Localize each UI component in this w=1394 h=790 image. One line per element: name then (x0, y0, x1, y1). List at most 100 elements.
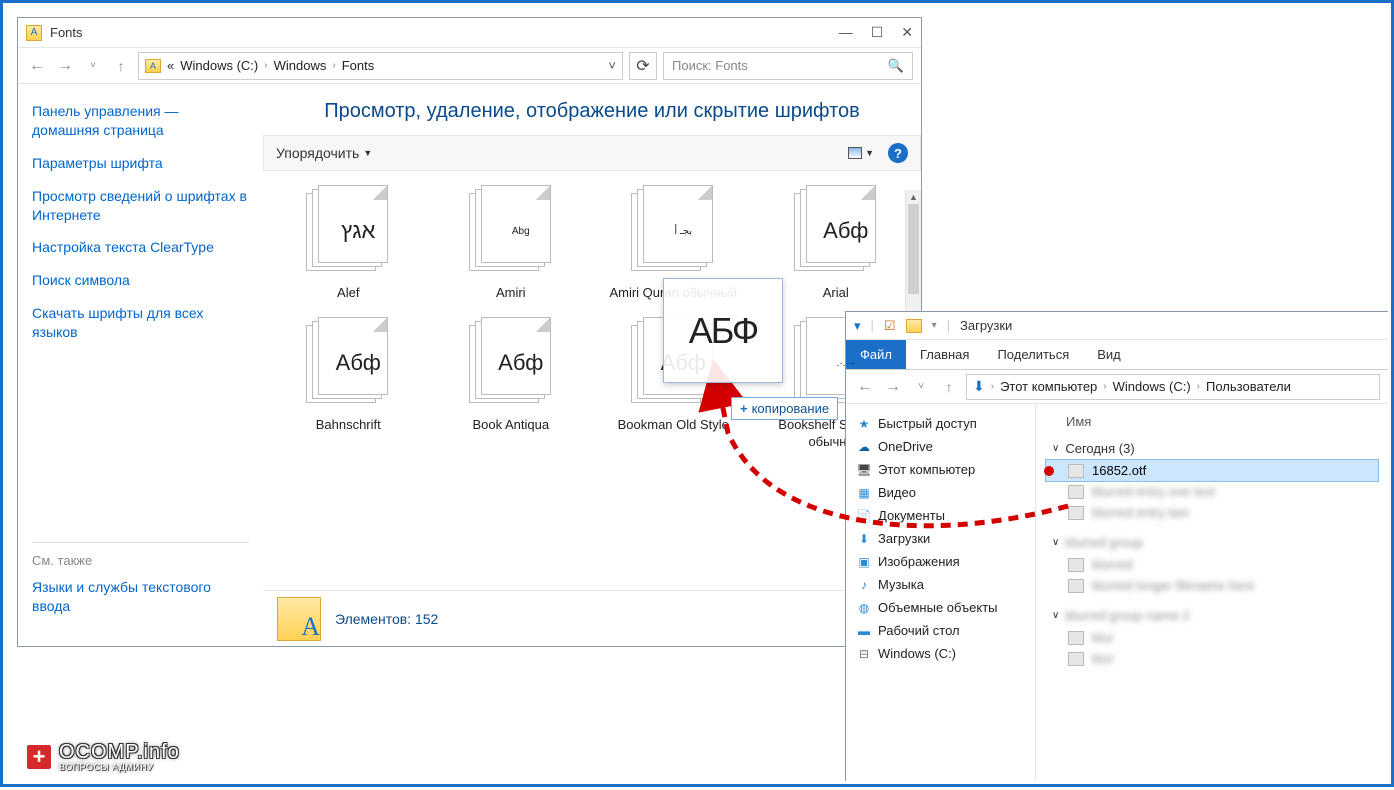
file-row[interactable]: blur (1046, 627, 1378, 648)
logo-plus-icon: + (25, 743, 53, 771)
address-bar-2: ← → ˅ ↑ ⬇ › Этот компьютер› Windows (C:)… (846, 370, 1388, 404)
view-mode-button[interactable]: ▼ (848, 147, 874, 159)
breadcrumb-dropdown-icon[interactable]: ˅ (608, 58, 616, 73)
window-controls: — ☐ ✕ (839, 24, 913, 41)
crumb-fonts[interactable]: Fonts (342, 58, 375, 73)
tree-label: Объемные объекты (878, 600, 998, 615)
breadcrumb-bar-2[interactable]: ⬇ › Этот компьютер› Windows (C:)› Пользо… (966, 374, 1380, 400)
cp-home-link[interactable]: Панель управления — домашняя страница (32, 102, 249, 140)
file-row-selected[interactable]: 16852.otf (1046, 460, 1378, 481)
scroll-up-icon[interactable]: ▲ (906, 190, 921, 204)
folder-icon (906, 319, 922, 333)
file-row[interactable]: blurred longer filename here (1046, 575, 1378, 596)
drag-ghost: АБФ (663, 278, 783, 383)
crumb-c2[interactable]: Windows (C:) (1113, 379, 1191, 394)
font-grid: אגץ Alef Abg Amiri بجـ أ Amiri Quran обы… (263, 171, 921, 590)
copy-tooltip: + копирование (731, 397, 838, 420)
column-header-name[interactable]: Имя (1046, 410, 1378, 437)
checkbox-icon[interactable]: ☑ (884, 318, 896, 334)
folder-icon: A (145, 59, 161, 73)
address-bar: ← → ˅ ↑ A « Windows (C:)› Windows› Fonts… (18, 48, 921, 84)
tree-item[interactable]: ⬇Загрузки (852, 527, 1029, 550)
tree-item[interactable]: ★Быстрый доступ (852, 412, 1029, 435)
back-button[interactable]: ← (854, 376, 876, 398)
font-item[interactable]: Abg Amiri (432, 179, 591, 307)
help-button[interactable]: ? (888, 143, 908, 163)
tab-view[interactable]: Вид (1083, 340, 1135, 369)
breadcrumb-bar[interactable]: A « Windows (C:)› Windows› Fonts ˅ (138, 52, 623, 80)
tree-item[interactable]: ▬Рабочий стол (852, 619, 1029, 642)
forward-button[interactable]: → (882, 376, 904, 398)
divider: | (871, 318, 874, 333)
recent-dropdown[interactable]: ˅ (910, 376, 932, 398)
tree-label: Загрузки (878, 531, 930, 546)
font-item[interactable]: אגץ Alef (269, 179, 428, 307)
tab-home[interactable]: Главная (906, 340, 983, 369)
font-name: Bookman Old Style (618, 417, 729, 433)
crumb-prev[interactable]: « (167, 58, 174, 73)
crumb-c[interactable]: Windows (C:) (180, 58, 258, 73)
minimize-button[interactable]: — (839, 24, 853, 41)
organize-menu[interactable]: Упорядочить ▼ (276, 145, 372, 161)
font-item[interactable]: Абф Bahnschrift (269, 311, 428, 456)
tree-item[interactable]: ⊟ Windows (C:) (852, 642, 1029, 665)
file-row[interactable]: blur (1046, 648, 1378, 669)
close-button[interactable]: ✕ (901, 24, 913, 41)
tree-icon: ⊟ (856, 647, 872, 661)
font-name: Book Antiqua (472, 417, 549, 433)
scroll-thumb[interactable] (908, 204, 919, 294)
titlebar: A Fonts — ☐ ✕ (18, 18, 921, 48)
tree-label: Изображения (878, 554, 960, 569)
file-name: 16852.otf (1092, 463, 1146, 478)
crumb-users[interactable]: Пользователи (1206, 379, 1291, 394)
nav-lang-services[interactable]: Языки и службы текстового ввода (32, 578, 249, 616)
tab-file[interactable]: Файл (846, 340, 906, 369)
folder-font-large-icon: A (277, 597, 321, 641)
tree-item[interactable]: ▣ Изображения (852, 550, 1029, 573)
tree-item[interactable]: ♪Музыка (852, 573, 1029, 596)
maximize-button[interactable]: ☐ (871, 24, 884, 41)
ribbon: Файл Главная Поделиться Вид (846, 340, 1388, 370)
crumb-windows[interactable]: Windows (274, 58, 327, 73)
up-button[interactable]: ↑ (110, 55, 132, 77)
back-button[interactable]: ← (26, 55, 48, 77)
tree-icon: ▣ (856, 555, 872, 569)
group-blur[interactable]: ∨blurred group name 2 (1046, 604, 1378, 627)
tree-icon: ♪ (856, 578, 872, 592)
group-blur[interactable]: ∨blurred group (1046, 531, 1378, 554)
chevron-down-icon[interactable]: ▾ (854, 318, 861, 334)
nav-cleartype[interactable]: Настройка текста ClearType (32, 238, 249, 257)
crumb-pc[interactable]: Этот компьютер (1000, 379, 1097, 394)
file-row[interactable]: blurred entry one text (1046, 481, 1378, 502)
tree-label: Windows (C:) (878, 646, 956, 661)
file-row[interactable]: blurred entry two (1046, 502, 1378, 523)
recent-dropdown[interactable]: ˅ (82, 55, 104, 77)
tree-item[interactable]: ◍ Объемные объекты (852, 596, 1029, 619)
forward-button[interactable]: → (54, 55, 76, 77)
tree-item[interactable]: ☁OneDrive (852, 435, 1029, 458)
search-box[interactable]: Поиск: Fonts 🔍 (663, 52, 913, 80)
tree-item[interactable]: 📄Документы (852, 504, 1029, 527)
tree-label: Видео (878, 485, 916, 500)
tree-label: Этот компьютер (878, 462, 975, 477)
tree-item[interactable]: 🖥 Этот компьютер (852, 458, 1029, 481)
tree-label: Документы (878, 508, 945, 523)
tree-icon: ◍ (856, 601, 872, 615)
nav-find-char[interactable]: Поиск символа (32, 271, 249, 290)
main-pane: Просмотр, удаление, отображение или скры… (263, 84, 921, 646)
nav-download-fonts[interactable]: Скачать шрифты для всех языков (32, 304, 249, 342)
tab-share[interactable]: Поделиться (983, 340, 1083, 369)
nav-font-settings[interactable]: Параметры шрифта (32, 154, 249, 173)
up-button[interactable]: ↑ (938, 376, 960, 398)
tree-icon: 🖥 (856, 463, 872, 477)
tree-item[interactable]: ▦Видео (852, 481, 1029, 504)
file-row[interactable]: blurred (1046, 554, 1378, 575)
refresh-button[interactable]: ⟳ (629, 52, 657, 80)
group-today[interactable]: ∨Сегодня (3) (1046, 437, 1378, 460)
tree-icon: ▬ (856, 624, 872, 638)
plus-icon: + (740, 401, 748, 416)
font-name: Alef (337, 285, 359, 301)
nav-font-info-online[interactable]: Просмотр сведений о шрифтах в Интернете (32, 187, 249, 225)
organize-label: Упорядочить (276, 145, 359, 161)
font-item[interactable]: Абф Book Antiqua (432, 311, 591, 456)
